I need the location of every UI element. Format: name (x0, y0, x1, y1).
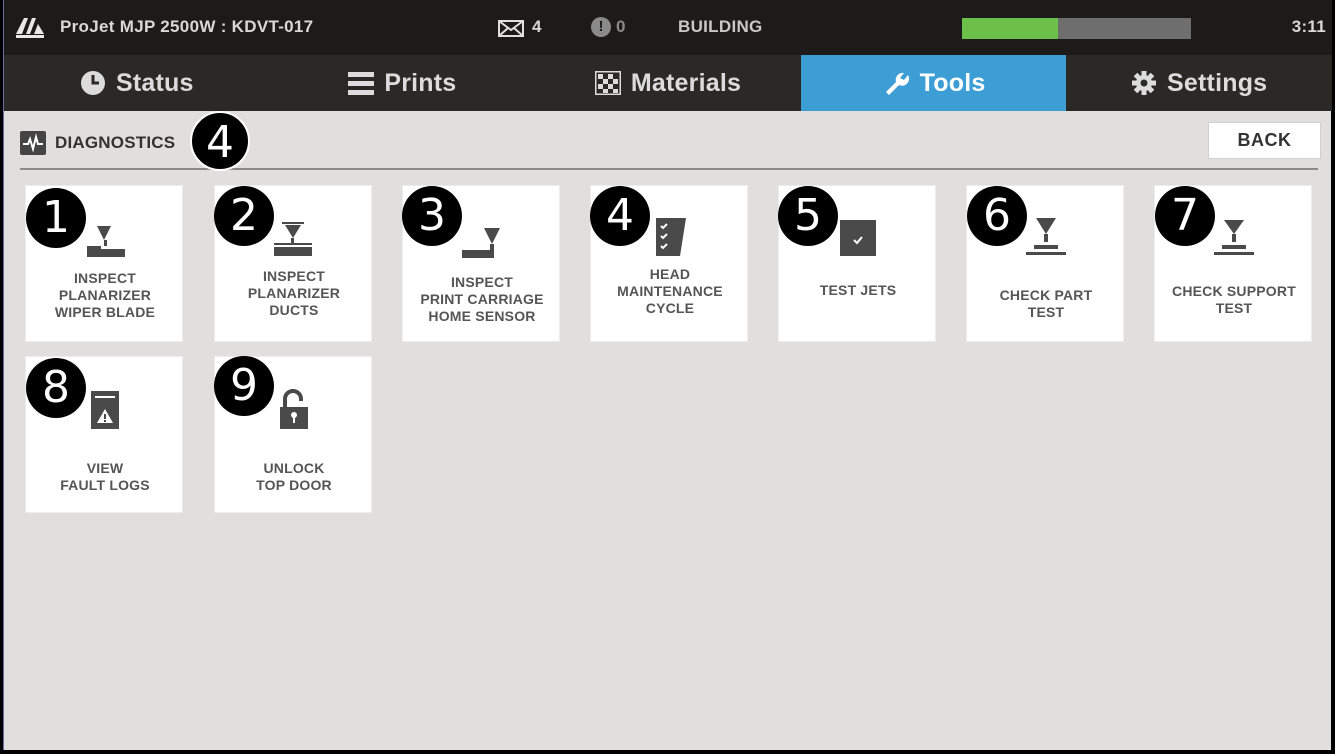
callout-marker: 5 (778, 186, 838, 246)
check-support-icon (1214, 220, 1254, 255)
tile-label: UNLOCK TOP DOOR (256, 460, 332, 493)
tile-label: INSPECT PLANARIZER WIPER BLADE (54, 270, 156, 320)
pulse-icon (20, 131, 46, 155)
tab-label: Materials (630, 68, 742, 97)
tab-label: Prints (384, 68, 457, 97)
callout-marker: 7 (1155, 186, 1215, 246)
callout-marker: 2 (214, 186, 274, 246)
wrench-icon (885, 72, 909, 95)
callout-marker: 8 (26, 358, 86, 418)
callout-marker: 9 (214, 356, 274, 416)
section-title: DIAGNOSTICS (55, 133, 176, 152)
tab-tools[interactable]: Tools (800, 55, 1067, 111)
tab-prints[interactable]: Prints (270, 55, 536, 111)
printer-screen: ProJet MJP 2500W : KDVT-017 4 ! 0 BUILDI… (3, 0, 1332, 750)
tab-label: Tools (919, 68, 986, 97)
fault-log-icon (91, 391, 119, 429)
callout-marker: 3 (402, 186, 462, 246)
alert-icon[interactable]: ! (591, 17, 611, 37)
tab-label: Status (115, 68, 194, 97)
tile-label: CHECK PART TEST (999, 287, 1093, 320)
gear-icon (1132, 71, 1157, 95)
tile-label: INSPECT PRINT CARRIAGE HOME SENSOR (420, 274, 544, 324)
status-bar: ProJet MJP 2500W : KDVT-017 4 ! 0 BUILDI… (4, 0, 1332, 55)
clock: 3:11 (1291, 17, 1326, 36)
planarizer-ducts-icon (274, 222, 312, 256)
check-part-icon (1026, 218, 1066, 255)
build-status: BUILDING (678, 17, 763, 36)
tile-label: TEST JETS (819, 282, 897, 298)
tab-materials[interactable]: Materials (535, 55, 801, 111)
planarizer-blade-icon (87, 226, 125, 257)
mail-icon[interactable] (498, 20, 524, 37)
3d-systems-logo (16, 18, 44, 38)
tab-settings[interactable]: Settings (1066, 55, 1332, 111)
alert-count: 0 (616, 17, 626, 36)
clock-icon (80, 71, 105, 95)
tab-label: Settings (1167, 68, 1268, 97)
callout-marker: 4 (590, 186, 650, 246)
callout-marker: 6 (967, 186, 1027, 246)
checklist-icon (656, 218, 686, 256)
carriage-sensor-icon (462, 228, 500, 258)
tile-label: VIEW FAULT LOGS (60, 460, 150, 493)
main-tabs: Status Prints Materials Tools Settings (4, 55, 1332, 111)
build-progress-fill (962, 18, 1059, 39)
test-jets-icon (840, 220, 876, 256)
back-button[interactable]: BACK (1208, 122, 1321, 159)
tab-status[interactable]: Status (4, 55, 270, 111)
checker-icon (594, 71, 621, 95)
callout-marker: 1 (26, 188, 86, 248)
list-icon (348, 72, 375, 95)
mail-count: 4 (532, 17, 542, 36)
tile-label: CHECK SUPPORT TEST (1172, 283, 1296, 316)
tile-label: INSPECT PLANARIZER DUCTS (247, 268, 341, 318)
build-progress-bar (962, 18, 1191, 39)
callout-marker: 4 (190, 111, 250, 171)
printer-title: ProJet MJP 2500W : KDVT-017 (60, 17, 314, 36)
tile-label: HEAD MAINTENANCE CYCLE (617, 266, 723, 316)
unlock-icon (280, 389, 308, 429)
